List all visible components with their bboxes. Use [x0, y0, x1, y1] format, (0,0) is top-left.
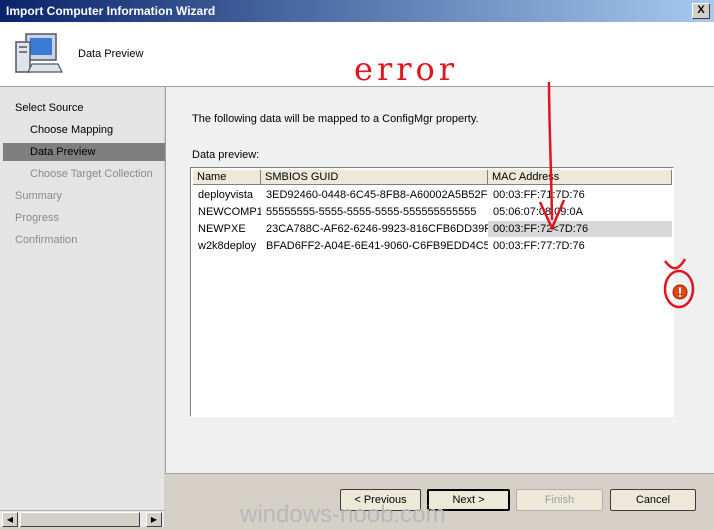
wizard-steps-nav: Select Source Choose Mapping Data Previe… [0, 87, 190, 510]
cell-name: NEWPXE [198, 223, 246, 235]
nav-step-confirmation: Confirmation [15, 234, 78, 246]
window-title: Import Computer Information Wizard [6, 4, 216, 18]
annotation-arrow [538, 81, 566, 232]
intro-text: The following data will be mapped to a C… [192, 113, 479, 125]
cell-name: NEWCOMP1 [198, 206, 261, 218]
horizontal-scrollbar[interactable]: ◀ ▶ [0, 510, 164, 527]
cell-smbios-guid: BFAD6FF2-A04E-6E41-9060-C6FB9EDD4C54 [266, 240, 488, 252]
column-header-smbios-guid[interactable]: SMBIOS GUID [261, 170, 488, 185]
nav-step-summary: Summary [15, 190, 63, 202]
cell-name: deployvista [198, 189, 254, 201]
nav-step-progress: Progress [15, 212, 60, 224]
scroll-right-arrow-icon[interactable]: ▶ [146, 512, 162, 527]
scroll-left-arrow-icon[interactable]: ◀ [2, 512, 18, 527]
wizard-header: Data Preview error [0, 22, 714, 88]
cell-smbios-guid: 23CA788C-AF62-6246-9923-816CFB6DD39F [266, 223, 488, 235]
nav-step-data-preview[interactable]: Data Preview [3, 143, 190, 161]
cell-mac-address: 00:03:FF:71:7D:76 [493, 189, 585, 201]
finish-button: Finish [516, 489, 603, 511]
cell-name: w2k8deploy [198, 240, 257, 252]
nav-step-select-source[interactable]: Select Source [0, 99, 179, 117]
title-bar: Import Computer Information Wizard X [0, 0, 714, 22]
column-header-mac-address[interactable]: MAC Address [488, 170, 672, 185]
computer-icon [15, 33, 63, 73]
content-panel: The following data will be mapped to a C… [165, 87, 714, 473]
data-preview-table[interactable]: Name SMBIOS GUID MAC Address deployvista… [190, 167, 674, 417]
table-row[interactable]: NEWCOMP1 55555555-5555-5555-5555-5555555… [193, 204, 672, 220]
cell-mac-address: 00:03:FF:72<7D:76 [488, 221, 672, 237]
table-row[interactable]: NEWPXE 23CA788C-AF62-6246-9923-816CFB6DD… [193, 221, 672, 237]
table-row[interactable]: w2k8deploy BFAD6FF2-A04E-6E41-9060-C6FB9… [193, 238, 672, 254]
error-annotation-text: error [354, 50, 458, 88]
footer-divider [165, 473, 714, 474]
error-icon[interactable] [672, 284, 688, 300]
scrollbar-thumb[interactable] [20, 512, 140, 527]
data-preview-label: Data preview: [192, 149, 260, 161]
cell-smbios-guid: 55555555-5555-5555-5555-555555555555 [266, 206, 477, 218]
cancel-button[interactable]: Cancel [610, 489, 696, 511]
error-annotation-scribble: error [354, 50, 458, 88]
cell-smbios-guid: 3ED92460-0448-6C45-8FB8-A60002A5B52F [266, 189, 488, 201]
table-header: Name SMBIOS GUID MAC Address [193, 170, 672, 186]
page-title: Data Preview [78, 48, 144, 60]
close-button[interactable]: X [692, 3, 710, 19]
table-row[interactable]: deployvista 3ED92460-0448-6C45-8FB8-A600… [193, 187, 672, 203]
error-circle-annotation [663, 258, 695, 309]
wizard-window: Import Computer Information Wizard X Dat… [0, 0, 714, 530]
column-header-name[interactable]: Name [193, 170, 261, 185]
cell-mac-address: 05:06:07:08:09:0A [493, 206, 583, 218]
watermark-text: windows-noob.com [240, 501, 446, 528]
cell-mac-address: 00:03:FF:77:7D:76 [493, 240, 585, 252]
